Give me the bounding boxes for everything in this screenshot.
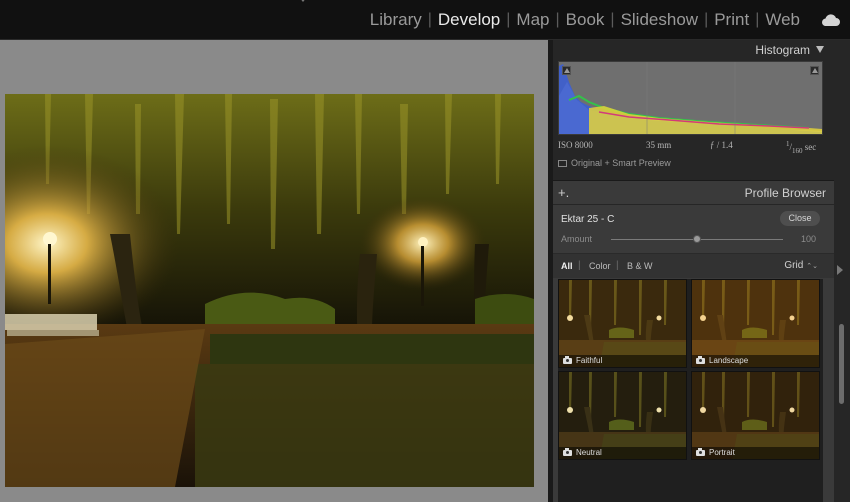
main-photo[interactable] — [5, 94, 534, 487]
preview-status: Original + Smart Preview — [558, 158, 671, 168]
current-profile-name: Ektar 25 - C — [561, 214, 615, 225]
view-mode-label: Grid — [784, 260, 804, 271]
cloud-icon[interactable] — [820, 13, 840, 27]
camera-icon — [696, 356, 705, 364]
thumbnail-label: Neutral — [576, 448, 602, 457]
module-print[interactable]: Print — [708, 10, 755, 30]
camera-icon — [563, 448, 572, 456]
exif-focal-length: 35 mm — [646, 140, 672, 150]
add-profile-button[interactable]: +. — [558, 185, 569, 200]
thumbnail-caption: Faithful — [559, 355, 686, 367]
profile-thumbnail[interactable]: Faithful — [558, 279, 687, 368]
lightroom-window: Library | Develop | Map | Book | Slidesh… — [0, 0, 850, 502]
profile-thumbnail-grid: Faithful Landscape Neutral Portrait — [558, 279, 823, 502]
thumbnail-caption: Neutral — [559, 447, 686, 459]
scrollbar-thumb[interactable] — [839, 324, 844, 404]
camera-icon — [696, 448, 705, 456]
highlight-clipping-indicator-icon[interactable] — [810, 66, 819, 75]
panel-expand-triangle-icon[interactable] — [837, 265, 843, 275]
histogram-header[interactable]: Histogram — [553, 40, 834, 60]
shadow-clipping-indicator-icon[interactable] — [562, 66, 571, 75]
module-picker-bar: Library | Develop | Map | Book | Slidesh… — [0, 0, 850, 40]
filter-bw[interactable]: B & W — [627, 261, 653, 271]
amount-label: Amount — [561, 234, 593, 244]
profile-thumbnail[interactable]: Neutral — [558, 371, 687, 460]
collapse-triangle-icon[interactable] — [816, 46, 824, 53]
profile-filter-bar: All | Color | B & W Grid ⌃⌄ — [553, 253, 834, 278]
filter-color[interactable]: Color — [589, 261, 611, 271]
exif-shutter-denominator: 160 — [792, 146, 803, 155]
module-web[interactable]: Web — [759, 10, 806, 30]
exif-shutter: 1/160 sec — [786, 140, 817, 155]
top-panel-toggle[interactable] — [299, 0, 307, 2]
amount-slider-thumb[interactable] — [693, 235, 701, 243]
module-develop[interactable]: Develop — [432, 10, 506, 30]
filter-separator: | — [616, 260, 619, 271]
photo-canvas — [0, 40, 548, 502]
module-map[interactable]: Map — [510, 10, 555, 30]
thumbnail-label: Portrait — [709, 448, 735, 457]
module-list: Library | Develop | Map | Book | Slidesh… — [364, 0, 850, 40]
amount-value[interactable]: 100 — [801, 234, 816, 244]
profile-thumbnail[interactable]: Landscape — [691, 279, 820, 368]
preview-status-text: Original + Smart Preview — [571, 158, 671, 168]
exif-info: ISO 8000 35 mm ƒ / 1.4 1/160 sec — [558, 140, 823, 155]
exif-shutter-unit: sec — [804, 142, 817, 152]
filter-separator: | — [578, 260, 581, 271]
filter-all[interactable]: All — [561, 261, 573, 271]
right-panel: Histogram ISO 8000 35 mm ƒ / 1.4 1/160 s… — [553, 40, 834, 502]
exif-iso: ISO 8000 — [558, 140, 593, 150]
exif-aperture: ƒ / 1.4 — [710, 140, 733, 150]
histogram-graph — [558, 61, 823, 135]
thumbnail-caption: Portrait — [692, 447, 819, 459]
close-button[interactable]: Close — [780, 211, 820, 226]
view-mode-arrow-icon: ⌃⌄ — [806, 263, 818, 270]
thumbnail-label: Faithful — [576, 356, 603, 365]
exif-shutter-numerator: 1 — [786, 140, 790, 148]
profile-browser-body: Ektar 25 - C Close Amount 100 All | Colo… — [553, 205, 834, 502]
right-panel-scrollbar[interactable] — [834, 40, 850, 502]
smart-preview-icon — [558, 160, 567, 167]
module-book[interactable]: Book — [560, 10, 611, 30]
profile-thumbnail[interactable]: Portrait — [691, 371, 820, 460]
profile-browser-header[interactable]: +. Profile Browser — [553, 180, 834, 204]
thumbnail-caption: Landscape — [692, 355, 819, 367]
module-slideshow[interactable]: Slideshow — [615, 10, 705, 30]
camera-icon — [563, 356, 572, 364]
histogram-title: Histogram — [755, 43, 810, 57]
thumbnail-label: Landscape — [709, 356, 749, 365]
view-mode-select[interactable]: Grid ⌃⌄ — [784, 260, 818, 271]
module-library[interactable]: Library — [364, 10, 428, 30]
profile-browser-title: Profile Browser — [744, 186, 826, 200]
